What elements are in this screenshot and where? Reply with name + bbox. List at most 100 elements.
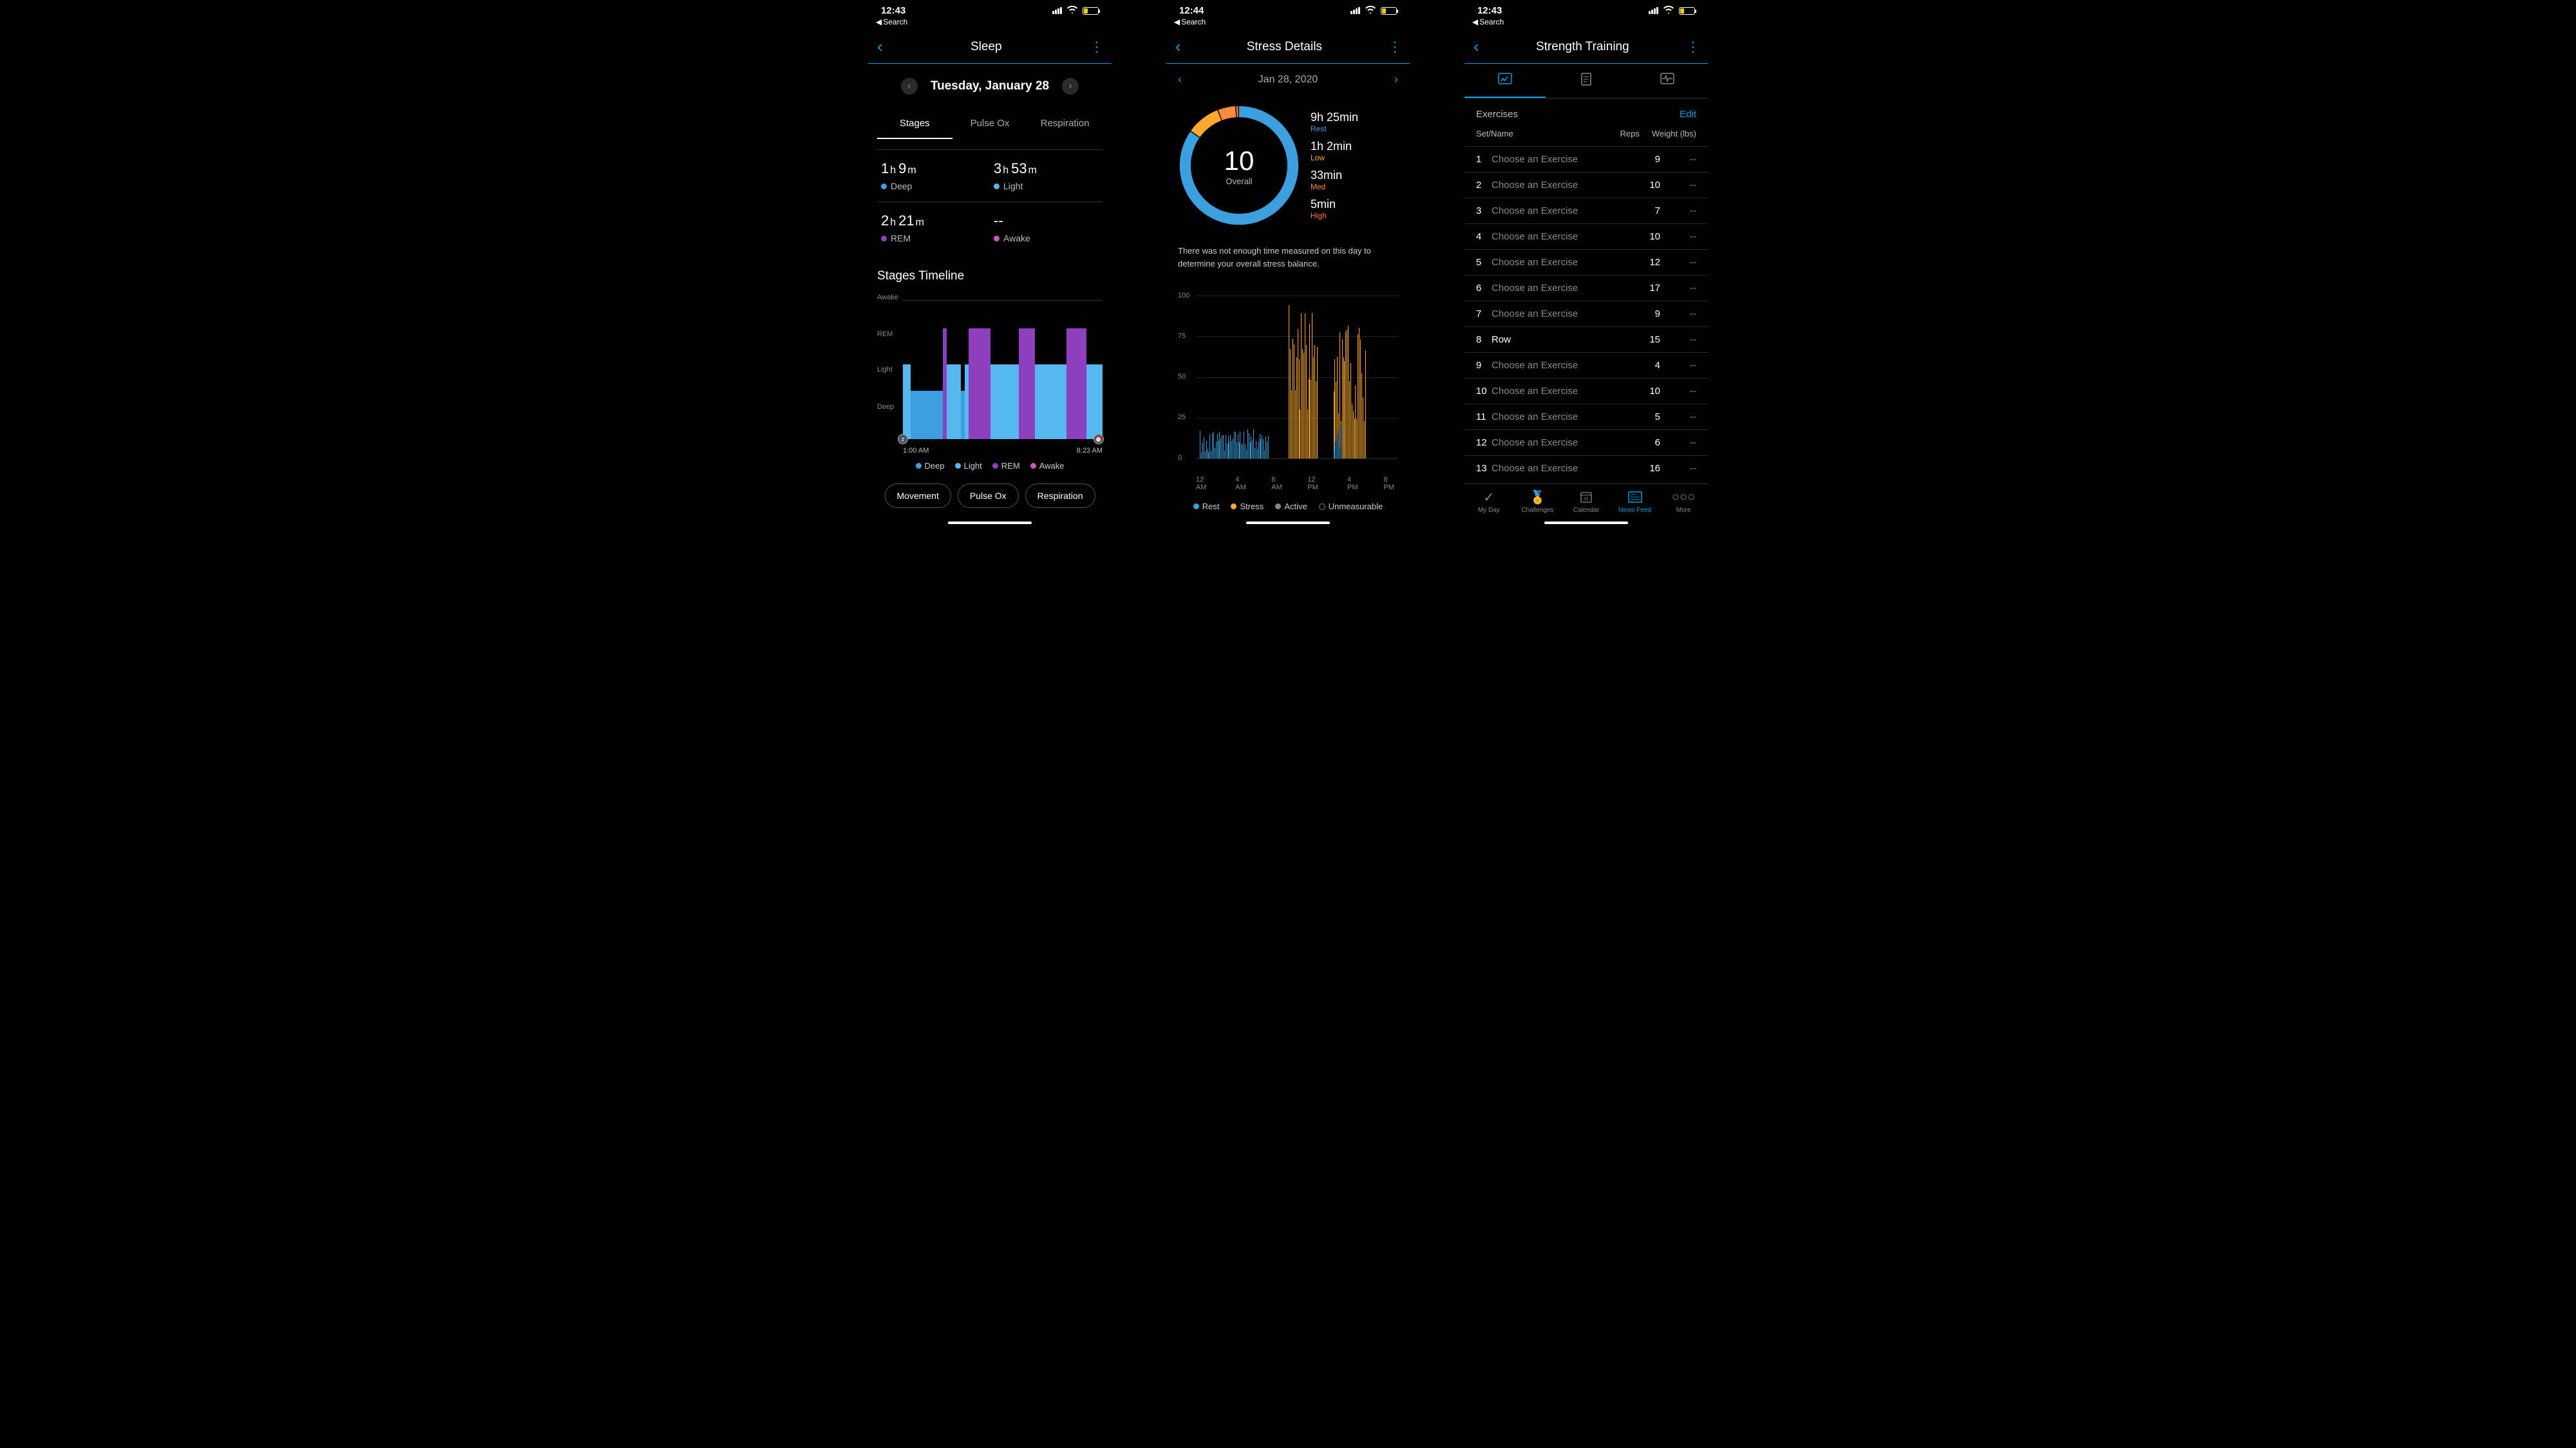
stage-light: 3h53m Light <box>990 149 1103 202</box>
timeline-title: Stages Timeline <box>868 264 1112 288</box>
title-bar: ‹ Strength Training ⋮ <box>1464 30 1708 64</box>
chip-pulseox[interactable]: Pulse Ox <box>958 484 1019 508</box>
nav-more[interactable]: ○○○ More <box>1659 489 1708 514</box>
exercise-row[interactable]: 6 Choose an Exercise 17 -- <box>1464 275 1708 301</box>
exercise-row[interactable]: 13 Choose an Exercise 16 -- <box>1464 455 1708 481</box>
tab-summary-icon[interactable] <box>1464 64 1546 98</box>
exercise-row[interactable]: 3 Choose an Exercise 7 -- <box>1464 198 1708 223</box>
nav-calendar[interactable]: 31 Calendar <box>1562 489 1611 514</box>
chip-respiration[interactable]: Respiration <box>1025 484 1095 508</box>
x-axis: 12 AM4 AM 8 AM12 PM 4 PM8 PM <box>1166 462 1410 494</box>
exercise-row[interactable]: 9 Choose an Exercise 4 -- <box>1464 352 1708 378</box>
screen-strength: 12:43 ◀ Search ‹ Strength Training ⋮ Exe… <box>1464 0 1708 527</box>
exercise-row[interactable]: 5 Choose an Exercise 12 -- <box>1464 249 1708 275</box>
stress-chart: 100 75 50 25 0 <box>1178 292 1398 459</box>
tab-pulseox[interactable]: Pulse Ox <box>952 109 1028 139</box>
weight-value: -- <box>1660 308 1696 319</box>
reps-value: 7 <box>1629 205 1660 216</box>
breadcrumb[interactable]: ◀ Search <box>868 16 1112 30</box>
tab-notes-icon[interactable] <box>1546 64 1627 98</box>
exercise-name: Choose an Exercise <box>1492 205 1629 216</box>
exercise-row[interactable]: 2 Choose an Exercise 10 -- <box>1464 172 1708 198</box>
menu-icon[interactable]: ⋮ <box>1090 39 1103 55</box>
title-bar: ‹ Sleep ⋮ <box>868 30 1112 64</box>
wifi-icon <box>1663 5 1674 16</box>
stage-deep: 1h9m Deep <box>877 149 990 202</box>
page-title: Strength Training <box>1479 40 1686 54</box>
wifi-icon <box>1067 5 1077 16</box>
dot-icon <box>881 183 887 189</box>
row-number: 4 <box>1476 231 1492 242</box>
row-number: 9 <box>1476 360 1492 371</box>
stress-breakdown: 9h 25min Rest 1h 2min Low 33min Med 5min… <box>1311 111 1358 220</box>
row-number: 5 <box>1476 257 1492 268</box>
weight-value: -- <box>1660 437 1696 448</box>
menu-icon[interactable]: ⋮ <box>1686 39 1699 55</box>
next-day-button[interactable]: › <box>1394 73 1398 86</box>
exercise-row[interactable]: 1 Choose an Exercise 9 -- <box>1464 146 1708 172</box>
home-indicator[interactable] <box>948 522 1032 524</box>
chart-plot-area <box>1196 296 1398 459</box>
column-headers: Set/Name Reps Weight (lbs) <box>1464 125 1708 146</box>
weight-value: -- <box>1660 386 1696 397</box>
x-axis: 1:00 AM 8:23 AM <box>903 447 1103 455</box>
legend: Deep Light REM Awake <box>868 456 1112 476</box>
row-number: 11 <box>1476 411 1492 422</box>
battery-icon <box>1381 7 1397 15</box>
nav-myday[interactable]: ✓ My Day <box>1464 489 1513 514</box>
row-number: 7 <box>1476 308 1492 319</box>
battery-icon <box>1083 7 1099 15</box>
home-indicator[interactable] <box>1544 522 1628 524</box>
reps-value: 12 <box>1629 257 1660 268</box>
exercise-row[interactable]: 10 Choose an Exercise 10 -- <box>1464 378 1708 404</box>
stress-donut: 10 Overall <box>1178 104 1300 227</box>
next-day-button[interactable]: › <box>1062 78 1079 95</box>
dot-icon <box>881 236 887 241</box>
nav-challenges[interactable]: 🏅 Challenges <box>1513 489 1562 514</box>
page-title: Sleep <box>883 40 1090 54</box>
nav-newsfeed[interactable]: News Feed <box>1611 489 1660 514</box>
breadcrumb[interactable]: ◀ Search <box>1464 16 1708 30</box>
exercise-row[interactable]: 7 Choose an Exercise 9 -- <box>1464 301 1708 326</box>
status-right <box>1649 5 1695 16</box>
back-button[interactable]: ‹ <box>877 37 883 57</box>
edit-button[interactable]: Edit <box>1680 109 1696 120</box>
row-number: 13 <box>1476 463 1492 474</box>
alarm-icon: ⏰ <box>1094 434 1104 444</box>
tab-respiration[interactable]: Respiration <box>1027 109 1103 139</box>
date-row: ‹ Jan 28, 2020 › <box>1166 64 1410 95</box>
chip-movement[interactable]: Movement <box>885 484 951 508</box>
row-number: 10 <box>1476 386 1492 397</box>
home-indicator[interactable] <box>1246 522 1330 524</box>
exercise-row[interactable]: 11 Choose an Exercise 5 -- <box>1464 404 1708 429</box>
back-button[interactable]: ‹ <box>1473 37 1479 57</box>
prev-day-button[interactable]: ‹ <box>901 78 918 95</box>
weight-value: -- <box>1660 334 1696 345</box>
stress-high: 5min High <box>1311 198 1358 220</box>
breadcrumb[interactable]: ◀ Search <box>1166 16 1410 30</box>
signal-icon <box>1350 7 1360 14</box>
row-number: 6 <box>1476 283 1492 294</box>
exercise-row[interactable]: 12 Choose an Exercise 6 -- <box>1464 429 1708 455</box>
signal-icon <box>1649 7 1658 14</box>
weight-value: -- <box>1660 283 1696 294</box>
back-button[interactable]: ‹ <box>1175 37 1181 57</box>
status-right <box>1350 5 1397 16</box>
calendar-icon: 31 <box>1580 489 1593 505</box>
title-bar: ‹ Stress Details ⋮ <box>1166 30 1410 64</box>
exercise-name: Choose an Exercise <box>1492 257 1629 268</box>
exercise-name: Choose an Exercise <box>1492 231 1629 242</box>
row-number: 3 <box>1476 205 1492 216</box>
exercise-row[interactable]: 8 Row 15 -- <box>1464 326 1708 352</box>
wifi-icon <box>1365 5 1376 16</box>
exercise-row[interactable]: 4 Choose an Exercise 10 -- <box>1464 223 1708 249</box>
date-label: Tuesday, January 28 <box>931 79 1049 93</box>
exercise-name: Choose an Exercise <box>1492 386 1629 397</box>
signal-icon <box>1052 7 1062 14</box>
tab-stages[interactable]: Stages <box>877 109 952 139</box>
exercise-name: Choose an Exercise <box>1492 360 1629 371</box>
reps-value: 17 <box>1629 283 1660 294</box>
menu-icon[interactable]: ⋮ <box>1388 39 1401 55</box>
screen-sleep: 12:43 ◀ Search ‹ Sleep ⋮ ‹ Tuesday, Janu… <box>868 0 1112 527</box>
tab-hr-icon[interactable] <box>1627 64 1708 98</box>
